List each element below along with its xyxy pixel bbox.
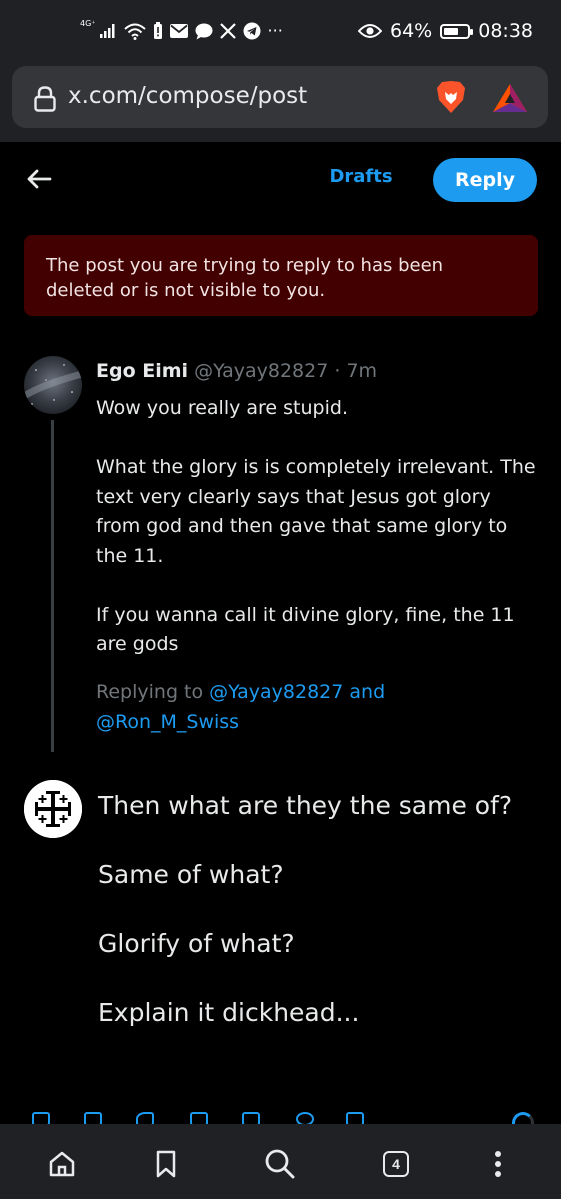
- tabs-icon: 4: [383, 1151, 409, 1177]
- post-paragraph: What the glory is is completely irreleva…: [96, 456, 536, 567]
- compose-line[interactable]: Glorify of what?: [98, 926, 528, 961]
- replying-user-link[interactable]: @Ron_M_Swiss: [96, 711, 239, 733]
- chat-icon: [195, 23, 213, 39]
- deleted-post-notice: The post you are trying to reply to has …: [24, 235, 538, 316]
- replying-user-link[interactable]: @Yayay82827: [209, 681, 343, 703]
- clock: 08:38: [478, 20, 533, 42]
- wifi-icon: [123, 23, 146, 40]
- author-name[interactable]: Ego Eimi: [96, 360, 188, 382]
- network-type: 4G⁺: [80, 19, 96, 28]
- compose-line[interactable]: Explain it dickhead...: [98, 995, 528, 1030]
- battery-fill: [444, 27, 459, 35]
- compose-textarea[interactable]: Then what are they the same of? Same of …: [98, 788, 528, 1064]
- home-button[interactable]: [42, 1144, 82, 1184]
- location-icon[interactable]: [346, 1112, 364, 1124]
- gif-icon[interactable]: [84, 1112, 102, 1124]
- brave-lion-icon[interactable]: [436, 80, 466, 114]
- post-time: 7m: [346, 360, 378, 382]
- dot-separator: ·: [334, 360, 341, 382]
- mail-icon: [169, 24, 188, 38]
- home-icon: [49, 1151, 75, 1177]
- search-icon: [265, 1149, 295, 1179]
- browser-toolbar: x.com/compose/post: [0, 62, 561, 142]
- replying-and[interactable]: and: [343, 681, 385, 703]
- tabs-button[interactable]: 4: [376, 1144, 416, 1184]
- telegram-icon: [243, 22, 261, 40]
- media-icon[interactable]: [32, 1112, 50, 1124]
- url-field[interactable]: x.com/compose/post: [12, 66, 548, 128]
- thread-line: [51, 420, 54, 752]
- status-bar: 4G⁺ ··· 64% 08:38: [0, 0, 561, 62]
- status-overflow: ···: [267, 21, 283, 40]
- battery-icon: [440, 23, 474, 39]
- replying-to: Replying to @Yayay82827 and @Ron_M_Swiss: [96, 678, 536, 737]
- compose-line[interactable]: Then what are they the same of?: [98, 788, 528, 823]
- bookmark-button[interactable]: [146, 1144, 186, 1184]
- character-count-ring: [512, 1112, 534, 1124]
- eye-icon: [358, 24, 382, 38]
- bat-rewards-icon[interactable]: [492, 83, 528, 113]
- compose-toolbar: [0, 1112, 561, 1124]
- drafts-button[interactable]: Drafts: [320, 166, 402, 187]
- jerusalem-cross-icon: [24, 780, 82, 838]
- post-paragraph: If you wanna call it divine glory, fine,…: [96, 603, 515, 656]
- grok-icon[interactable]: [136, 1112, 154, 1124]
- more-vertical-icon: [495, 1151, 501, 1177]
- post-header: Ego Eimi @Yayay82827 · 7m: [96, 360, 377, 382]
- post-text: Wow you really are stupid. What the glor…: [96, 394, 536, 689]
- back-arrow-icon[interactable]: [22, 162, 56, 196]
- replying-prefix: Replying to: [96, 681, 210, 703]
- poll-icon[interactable]: [190, 1112, 208, 1124]
- battery-alert-icon: [153, 22, 162, 39]
- url-text[interactable]: x.com/compose/post: [68, 83, 307, 109]
- compose-line[interactable]: Same of what?: [98, 857, 528, 892]
- schedule-icon[interactable]: [242, 1112, 260, 1124]
- search-button[interactable]: [260, 1144, 300, 1184]
- more-button[interactable]: [478, 1144, 518, 1184]
- battery-percent: 64%: [390, 20, 433, 42]
- author-avatar[interactable]: [24, 356, 82, 414]
- status-right: 64% 08:38: [358, 20, 533, 42]
- author-handle[interactable]: @Yayay82827: [194, 360, 328, 382]
- status-left: 4G⁺ ···: [80, 20, 283, 42]
- browser-bottom-nav: 4: [0, 1124, 561, 1199]
- my-avatar[interactable]: [24, 780, 82, 838]
- lock-icon[interactable]: [34, 86, 56, 112]
- signal-icon: [99, 24, 115, 38]
- emoji-icon[interactable]: [296, 1112, 314, 1124]
- reply-button[interactable]: Reply: [433, 158, 537, 202]
- x-logo-icon: [219, 23, 236, 39]
- post-paragraph: Wow you really are stupid.: [96, 397, 348, 419]
- bookmark-icon: [156, 1150, 176, 1178]
